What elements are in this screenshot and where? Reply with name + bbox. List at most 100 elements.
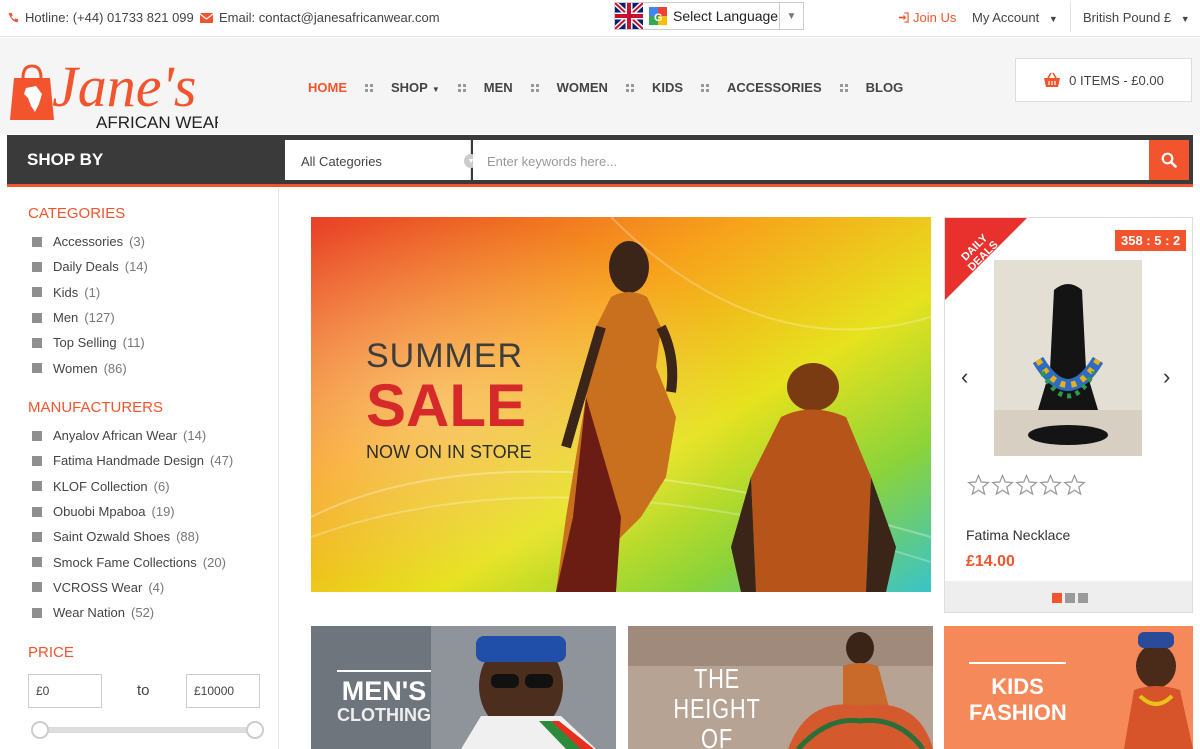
category-name: Accessories [53, 234, 124, 250]
category-item[interactable]: Women (86) [32, 355, 148, 380]
language-label: Select Language [673, 8, 779, 24]
star-icon [967, 474, 990, 496]
pager-dot-active[interactable] [1051, 592, 1062, 603]
currency-menu[interactable]: British Pound £ ▼ [1070, 2, 1190, 32]
price-max-input[interactable]: £10000 [186, 674, 260, 708]
category-item[interactable]: Kids (1) [32, 280, 148, 305]
manufacturer-count: (52) [131, 605, 155, 621]
category-item[interactable]: Daily Deals (14) [32, 254, 148, 279]
shop-by-title: SHOP BY [27, 150, 104, 169]
countdown-timer: 358 : 5 : 2 [1115, 230, 1187, 251]
price-slider-min-handle[interactable] [31, 721, 49, 739]
pager-dot[interactable] [1064, 592, 1075, 603]
prev-arrow-icon[interactable]: ‹ [961, 364, 968, 390]
bullet-square-icon [32, 506, 42, 517]
manufacturer-count: (88) [176, 529, 200, 545]
star-icon [1015, 474, 1038, 496]
envelope-icon [200, 12, 213, 23]
nav-shop[interactable]: SHOP ▼ [391, 80, 440, 95]
bullet-square-icon [32, 531, 42, 542]
kids-tile-line-1: KIDS [991, 674, 1044, 699]
join-us-link[interactable]: Join Us [898, 10, 956, 25]
tile-kids-fashion[interactable]: KIDS FASHION [944, 626, 1193, 749]
tile-height-of-fashion[interactable]: THE HEIGHT OF FASHION [628, 626, 933, 749]
category-name: Women [53, 360, 98, 376]
next-arrow-icon[interactable]: › [1163, 364, 1170, 390]
manufacturer-item[interactable]: Obuobi Mpaboa (19) [32, 499, 233, 524]
search-input[interactable]: Enter keywords here... [473, 140, 1153, 180]
pager-dot[interactable] [1077, 592, 1088, 603]
manufacturer-name: Anyalov African Wear [53, 428, 178, 444]
category-item[interactable]: Men (127) [32, 305, 148, 330]
nav-men[interactable]: MEN [484, 80, 513, 95]
nav-separator [365, 83, 373, 92]
basket-icon [1044, 72, 1061, 87]
category-item[interactable]: Accessories (3) [32, 229, 148, 254]
tile-mens-clothing[interactable]: MEN'S CLOTHING [311, 626, 616, 749]
banner-line-3: NOW ON IN STORE [366, 442, 532, 462]
hotline: Hotline: (+44) 01733 821 099 [8, 10, 194, 25]
site-logo[interactable]: Jane's AFRICAN WEAR [6, 48, 226, 132]
search-icon [1161, 152, 1177, 168]
email[interactable]: Email: contact@janesafricanwear.com [200, 10, 440, 25]
nav-separator [457, 83, 466, 92]
manufacturer-item[interactable]: Wear Nation (52) [32, 600, 233, 625]
nav-separator [625, 83, 634, 92]
bullet-square-icon [32, 481, 42, 492]
manufacturer-name: VCROSS Wear [53, 579, 143, 595]
bullet-square-icon [32, 363, 42, 374]
fashion-tile-line-1: THE HEIGHT [673, 663, 761, 724]
top-bar: Hotline: (+44) 01733 821 099 Email: cont… [0, 0, 1200, 37]
my-account-menu[interactable]: My Account ▼ [972, 10, 1058, 25]
main-nav: HOME SHOP ▼ MEN WOMEN KIDS ACCESSORIES BL… [308, 80, 903, 95]
bullet-square-icon [32, 557, 42, 568]
bullet-square-icon [32, 607, 42, 618]
category-select[interactable]: All Categories ▼ [285, 140, 478, 180]
manufacturer-item[interactable]: Smock Fame Collections (20) [32, 549, 233, 574]
nav-blog[interactable]: BLOG [866, 80, 904, 95]
nav-accessories[interactable]: ACCESSORIES [727, 80, 822, 95]
bullet-square-icon [32, 337, 42, 348]
manufacturer-item[interactable]: Fatima Handmade Design (47) [32, 448, 233, 473]
product-price: £14.00 [966, 553, 1015, 570]
manufacturer-item[interactable]: Anyalov African Wear (14) [32, 423, 233, 448]
category-item[interactable]: Top Selling (11) [32, 330, 148, 355]
price-to-label: to [137, 682, 150, 699]
uk-flag-icon [615, 3, 643, 29]
necklace-image [994, 260, 1142, 456]
manufacturer-count: (19) [151, 504, 175, 520]
manufacturer-name: Saint Ozwald Shoes [53, 529, 171, 545]
manufacturer-item[interactable]: VCROSS Wear (4) [32, 575, 233, 600]
price-min-input[interactable]: £0 [28, 674, 102, 708]
search-button[interactable] [1149, 140, 1189, 180]
kids-tile-text: KIDS FASHION [969, 662, 1067, 726]
language-select[interactable]: G Select Language ▼ [614, 2, 804, 30]
nav-kids[interactable]: KIDS [652, 80, 683, 95]
hero-banner[interactable]: SUMMER SALE NOW ON IN STORE [311, 217, 931, 592]
nav-separator [839, 83, 848, 92]
category-select-value: All Categories [301, 154, 382, 169]
nav-home[interactable]: HOME [308, 80, 347, 95]
cart-label: 0 ITEMS - £0.00 [1069, 72, 1164, 88]
banner-line-2: SALE [366, 372, 527, 439]
category-count: (14) [124, 259, 148, 275]
banner-line-1: SUMMER [366, 337, 524, 375]
manufacturer-item[interactable]: KLOF Collection (6) [32, 474, 233, 499]
product-name[interactable]: Fatima Necklace [966, 527, 1070, 543]
carousel-pager [945, 581, 1192, 612]
price-slider[interactable] [31, 721, 264, 739]
category-count: (127) [84, 310, 115, 326]
product-image[interactable] [994, 260, 1142, 456]
manufacturer-name: Smock Fame Collections [53, 554, 197, 570]
manufacturer-item[interactable]: Saint Ozwald Shoes (88) [32, 524, 233, 549]
manufacturers-title: MANUFACTURERS [28, 399, 164, 416]
nav-women[interactable]: WOMEN [557, 80, 608, 95]
manufacturer-count: (47) [210, 453, 234, 469]
logo-graphic: Jane's AFRICAN WEAR [10, 54, 226, 132]
bullet-square-icon [32, 261, 42, 272]
price-slider-max-handle[interactable] [246, 721, 264, 739]
banner-text: SUMMER SALE NOW ON IN STORE [366, 337, 532, 463]
cart-button[interactable]: 0 ITEMS - £0.00 [1015, 58, 1192, 102]
kids-tile-line-2: FASHION [969, 700, 1067, 725]
fashion-tile-line-2: OF FASHION [701, 723, 733, 749]
